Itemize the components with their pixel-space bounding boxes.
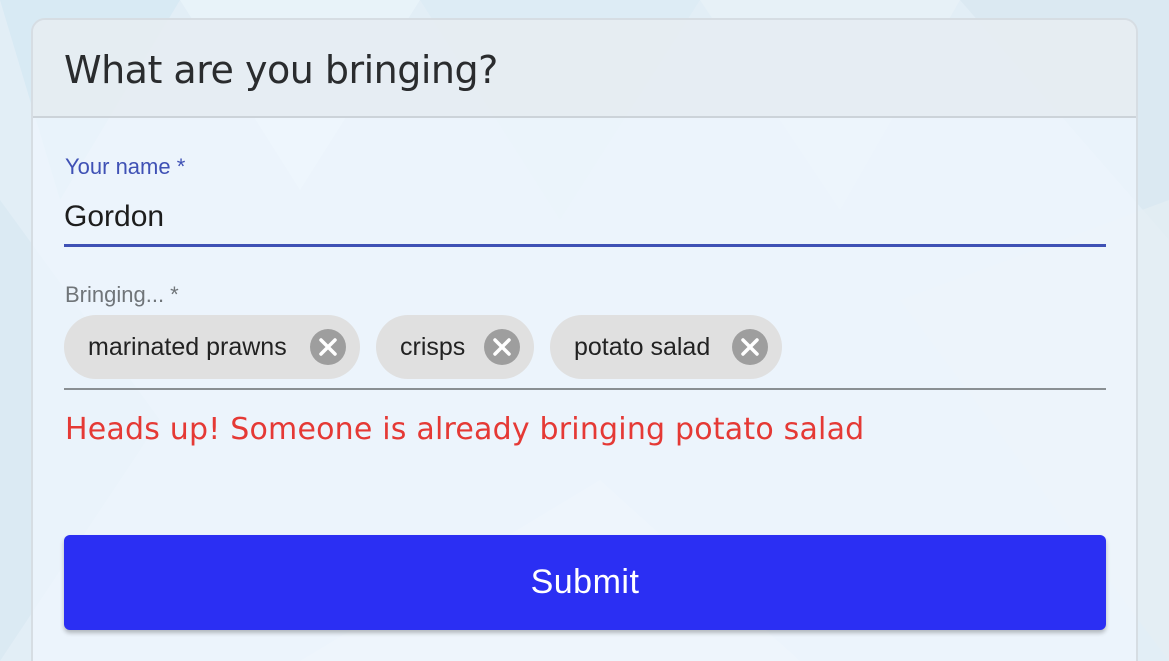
chip-label: marinated prawns: [88, 333, 287, 361]
chip-label: crisps: [400, 333, 466, 361]
close-circle-icon[interactable]: [310, 329, 346, 365]
bringing-field-label: Bringing... *: [65, 282, 179, 307]
chip-marinated-prawns[interactable]: marinated prawns: [64, 315, 360, 379]
bringing-chip-input[interactable]: marinated prawns crisps potato salad: [64, 314, 1106, 390]
submit-button[interactable]: Submit: [64, 535, 1106, 630]
bringing-form-card: What are you bringing? Your name * Bring…: [31, 18, 1138, 661]
form-title: What are you bringing?: [64, 48, 498, 92]
close-circle-icon[interactable]: [732, 329, 768, 365]
close-circle-icon[interactable]: [484, 329, 520, 365]
duplicate-warning-message: Heads up! Someone is already bringing po…: [65, 412, 865, 447]
chip-label: potato salad: [574, 333, 711, 361]
name-input[interactable]: [64, 194, 1106, 247]
chip-potato-salad[interactable]: potato salad: [550, 315, 782, 379]
chip-crisps[interactable]: crisps: [376, 315, 534, 379]
card-header: What are you bringing?: [33, 20, 1136, 118]
name-field-label: Your name *: [65, 154, 186, 179]
